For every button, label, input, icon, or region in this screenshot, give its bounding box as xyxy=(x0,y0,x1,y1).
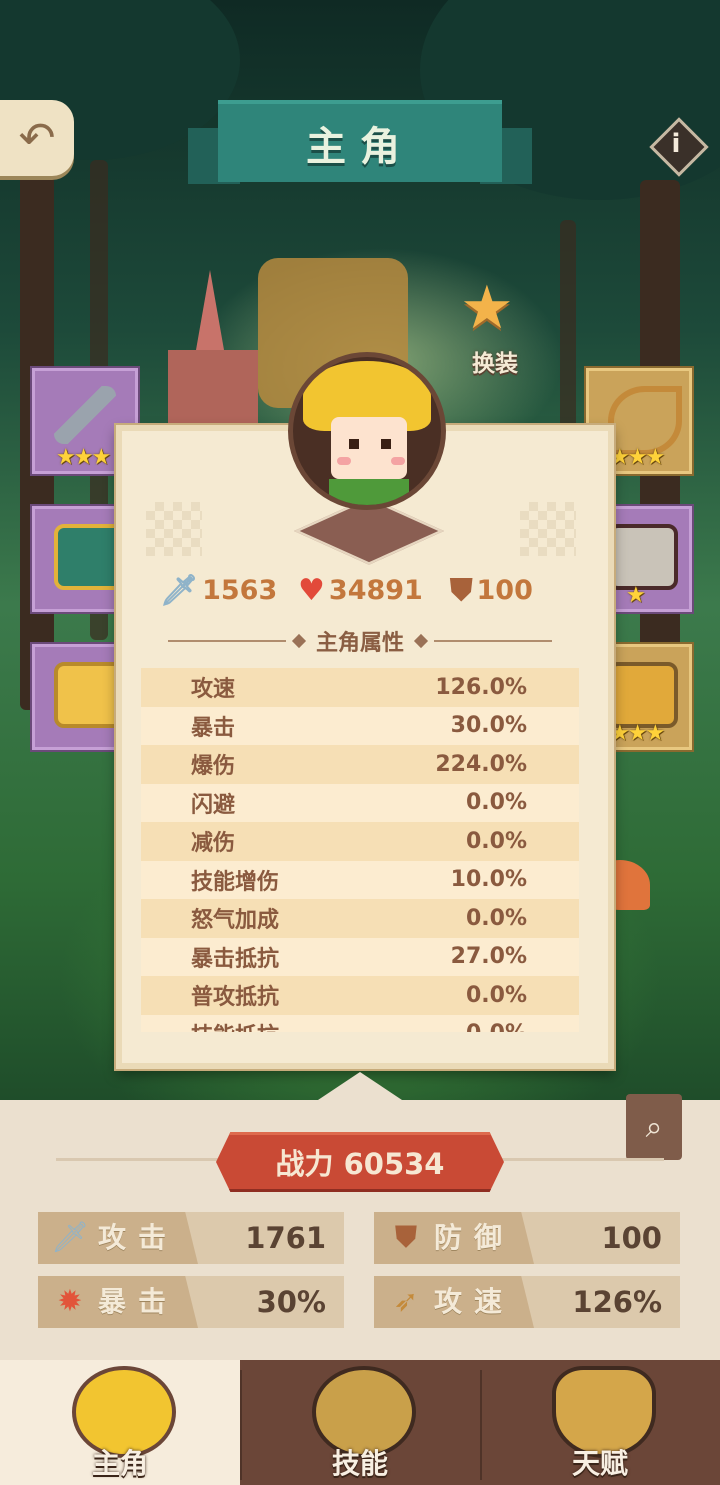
armor-icon xyxy=(54,524,124,590)
attribute-row: 减伤 0.0% xyxy=(141,822,579,861)
sword-icon: 🗡 xyxy=(160,572,199,608)
attribute-row: 技能抵抗 0.0% xyxy=(141,1014,579,1032)
info-icon: i xyxy=(671,129,681,159)
pants-icon xyxy=(54,662,124,728)
summary-value: 126% xyxy=(572,1285,662,1319)
summary-attack: 🗡 攻击 1761 xyxy=(38,1212,344,1264)
sword-icon xyxy=(54,386,116,444)
attribute-label: 暴击 xyxy=(191,715,236,741)
boots-icon xyxy=(608,662,678,728)
attributes-list[interactable]: 攻速 126.0% 暴击 30.0% 爆伤 224.0% 闪避 0.0% 减伤 0.0% … xyxy=(141,668,579,1032)
attribute-value: 0.0% xyxy=(465,982,527,1008)
hero-avatar xyxy=(288,352,446,510)
hp-value: 34891 xyxy=(328,574,423,606)
burst-icon: ✹ xyxy=(57,1284,83,1319)
summary-label: 攻速 xyxy=(434,1285,515,1318)
attribute-value: 10.0% xyxy=(450,867,527,893)
decor-pattern xyxy=(146,502,202,556)
info-button[interactable]: i xyxy=(649,117,709,177)
attribute-value: 0.0% xyxy=(465,790,527,816)
inspect-button[interactable]: ⌕ xyxy=(626,1094,682,1160)
attribute-row: 暴击 30.0% xyxy=(141,706,579,745)
change-outfit-button[interactable]: ★ 换装 xyxy=(452,278,538,378)
power-banner: 战力 60534 xyxy=(216,1132,504,1192)
attribute-value: 30.0% xyxy=(450,713,527,739)
attribute-value: 0.0% xyxy=(466,1021,527,1032)
attribute-value: 0.0% xyxy=(465,905,527,931)
summary-defense: ⛊ 防御 100 xyxy=(374,1212,680,1264)
attribute-row: 爆伤 224.0% xyxy=(141,745,579,784)
attribute-label: 技能增伤 xyxy=(191,869,280,895)
tab-label: 主角 xyxy=(91,1447,148,1480)
attribute-row: 技能增伤 10.0% xyxy=(141,860,579,899)
change-outfit-label: 换装 xyxy=(472,351,518,377)
title-ribbon: 主角 xyxy=(188,100,532,190)
attack-value: 1563 xyxy=(202,574,278,606)
attribute-label: 普攻抵抗 xyxy=(191,985,280,1011)
summary-label: 暴击 xyxy=(98,1285,179,1318)
tab-talent[interactable]: 天赋 xyxy=(480,1360,720,1485)
summary-value: 100 xyxy=(601,1221,662,1255)
summary-label: 防御 xyxy=(434,1221,515,1254)
defense-value: 100 xyxy=(476,574,533,606)
attribute-value: 224.0% xyxy=(435,751,527,777)
attribute-label: 技能抵抗 xyxy=(191,1018,279,1032)
star-rating: ★ xyxy=(626,583,646,608)
attribute-row: 暴击抵抗 27.0% xyxy=(141,937,579,976)
attribute-row: 怒气加成 0.0% xyxy=(141,899,579,938)
attribute-row: 攻速 126.0% xyxy=(141,668,579,707)
star-rating: ★★★ xyxy=(610,721,665,746)
hero-defense-stat: ⛊ 100 xyxy=(450,568,533,612)
helmet-icon xyxy=(608,524,678,590)
attribute-value: 27.0% xyxy=(450,944,527,970)
page-title: 主角 xyxy=(306,124,414,170)
attributes-heading: 主角属性 xyxy=(160,624,560,658)
attribute-row: 普攻抵抗 0.0% xyxy=(141,976,579,1015)
tab-hero[interactable]: 主角 xyxy=(0,1360,240,1485)
magnifier-icon: ⌕ xyxy=(645,1109,663,1145)
bow-icon: ➶ xyxy=(393,1284,419,1319)
summary-value: 1761 xyxy=(245,1221,326,1255)
summary-speed: ➶ 攻速 126% xyxy=(374,1276,680,1328)
summary-label: 攻击 xyxy=(98,1221,179,1254)
tab-label: 技能 xyxy=(331,1447,388,1480)
attribute-row: 闪避 0.0% xyxy=(141,783,579,822)
heart-icon: ♥ xyxy=(298,572,325,608)
attribute-label: 减伤 xyxy=(191,831,236,857)
attribute-value: 126.0% xyxy=(435,674,527,700)
star-rating: ★★★ xyxy=(610,445,665,470)
star-rating: ★★★ xyxy=(56,445,111,470)
attribute-label: 怒气加成 xyxy=(191,908,280,934)
hero-hp-stat: ♥ 34891 xyxy=(298,568,423,612)
shield-icon: ⛊ xyxy=(450,572,473,608)
attribute-label: 攻速 xyxy=(191,677,236,703)
summary-value: 30% xyxy=(256,1285,326,1319)
star-wand-icon: ★ xyxy=(460,273,514,343)
panel-notch xyxy=(315,1072,405,1102)
sword-icon: 🗡 xyxy=(50,1220,90,1255)
combat-power: 战力 60534 xyxy=(275,1147,445,1181)
back-button[interactable]: ↶ xyxy=(0,100,74,176)
attribute-label: 闪避 xyxy=(191,792,236,818)
back-arrow-icon: ↶ xyxy=(18,112,56,164)
summary-crit: ✹ 暴击 30% xyxy=(38,1276,344,1328)
tab-skills[interactable]: 技能 xyxy=(240,1360,480,1485)
attribute-label: 暴击抵抗 xyxy=(191,946,280,972)
decor-pattern xyxy=(520,502,576,556)
attribute-label: 爆伤 xyxy=(191,754,236,780)
tab-label: 天赋 xyxy=(571,1447,628,1480)
attributes-heading-text: 主角属性 xyxy=(316,631,405,656)
hero-attack-stat: 🗡 1563 xyxy=(160,568,277,612)
attribute-value: 0.0% xyxy=(465,828,527,854)
castle xyxy=(168,350,258,430)
shield-icon: ⛊ xyxy=(394,1220,418,1255)
